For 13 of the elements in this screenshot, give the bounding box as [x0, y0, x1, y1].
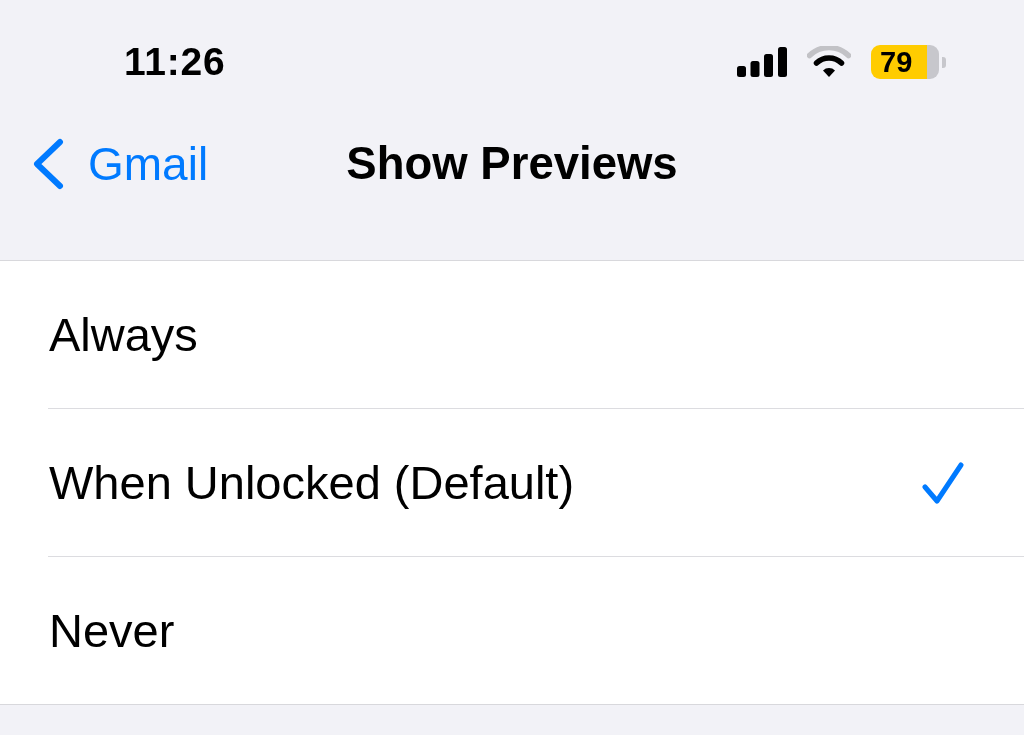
back-button[interactable]: Gmail: [0, 136, 209, 192]
battery-percentage: 79: [880, 47, 913, 77]
wifi-icon: [807, 46, 851, 78]
status-time: 11:26: [124, 40, 226, 84]
option-row[interactable]: When Unlocked (Default): [0, 409, 1024, 556]
cellular-signal-icon: [737, 47, 787, 77]
option-label: Never: [49, 603, 175, 658]
nav-title: Show Previews: [346, 137, 678, 191]
option-row[interactable]: Always: [0, 261, 1024, 408]
option-label: Always: [49, 307, 198, 362]
back-chevron-icon: [32, 138, 64, 190]
option-label: When Unlocked (Default): [49, 455, 575, 510]
option-row[interactable]: Never: [0, 557, 1024, 704]
